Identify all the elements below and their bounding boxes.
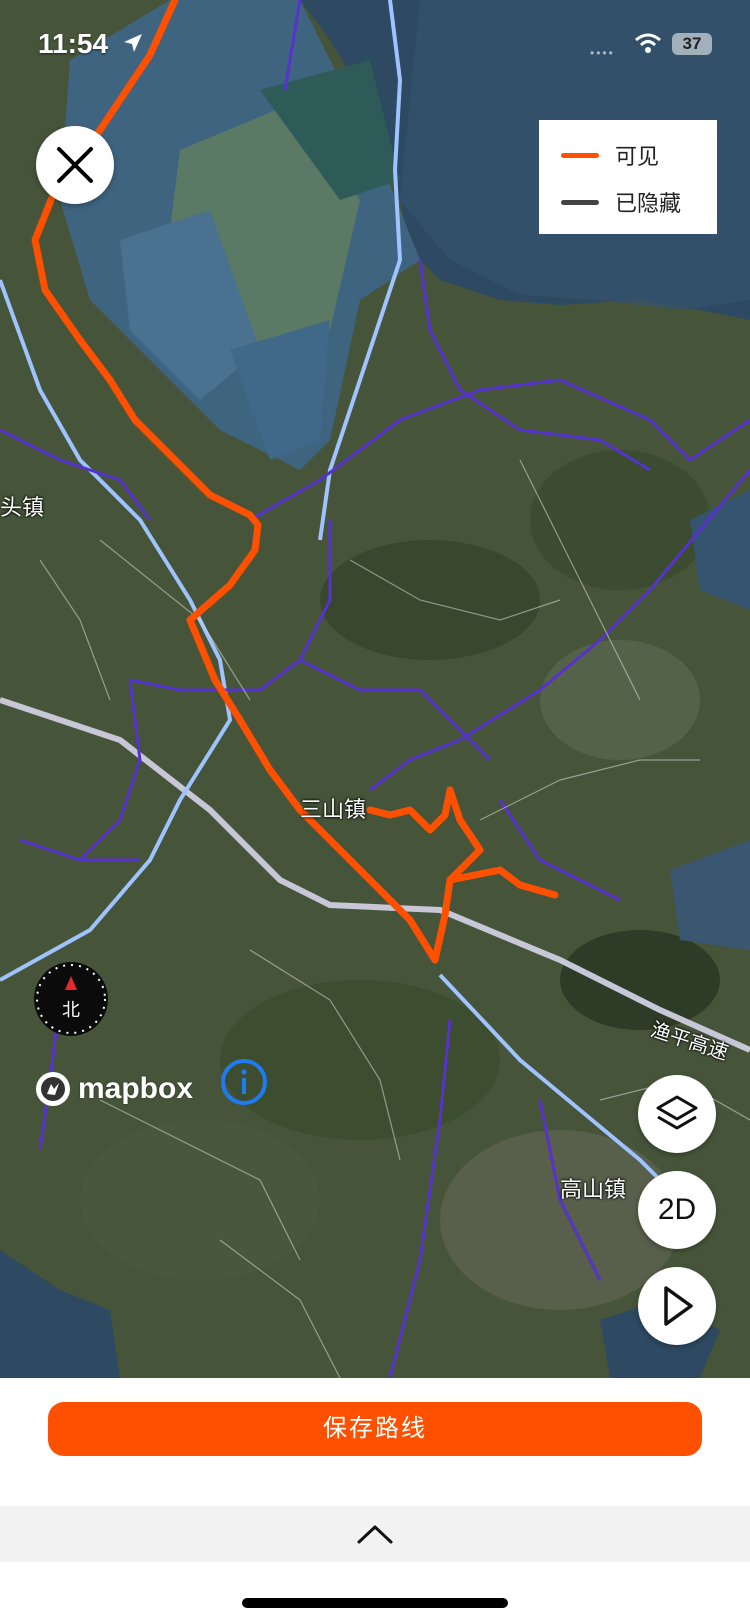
map-view[interactable]: 11:54 •••• 37 可见 已隐藏 头镇 三山镇 高山镇 渔平高速 北 m…	[0, 0, 750, 1378]
location-arrow-icon	[122, 32, 144, 59]
mapbox-attribution[interactable]: mapbox	[34, 1070, 193, 1108]
chevron-up-icon	[357, 1525, 393, 1544]
status-bar: 11:54 •••• 37	[0, 0, 750, 90]
layers-icon	[656, 1095, 698, 1130]
map-label-sanshan: 三山镇	[300, 797, 367, 822]
signal-icon: ••••	[590, 46, 615, 60]
battery-indicator: 37	[672, 33, 712, 55]
layers-button[interactable]	[638, 1075, 716, 1153]
legend-hidden: 已隐藏	[561, 187, 681, 217]
close-icon	[57, 147, 93, 183]
expand-panel-handle[interactable]	[0, 1506, 750, 1562]
compass[interactable]: 北	[34, 962, 108, 1036]
legend-visible: 可见	[561, 140, 659, 170]
route-legend: 可见 已隐藏	[539, 120, 717, 234]
mapbox-logo-icon	[36, 1072, 70, 1106]
view-mode-toggle[interactable]: 2D	[638, 1171, 716, 1249]
mapbox-wordmark: mapbox	[78, 1072, 194, 1105]
play-button[interactable]	[638, 1267, 716, 1345]
view-mode-label: 2D	[657, 1193, 697, 1226]
legend-hidden-label: 已隐藏	[615, 191, 682, 216]
status-time: 11:54	[38, 28, 109, 59]
save-route-button[interactable]: 保存路线	[48, 1402, 702, 1456]
legend-hidden-swatch	[561, 199, 599, 205]
play-icon	[664, 1286, 693, 1326]
info-button[interactable]	[220, 1058, 268, 1106]
home-indicator	[242, 1598, 508, 1608]
info-icon	[221, 1059, 267, 1105]
compass-north-label: 北	[62, 1000, 80, 1020]
map-label-town-left: 头镇	[0, 495, 45, 520]
close-button[interactable]	[36, 126, 114, 204]
legend-visible-swatch	[561, 152, 599, 158]
legend-visible-label: 可见	[615, 144, 660, 169]
map-label-gaoshan: 高山镇	[560, 1177, 627, 1202]
wifi-icon	[634, 32, 662, 59]
